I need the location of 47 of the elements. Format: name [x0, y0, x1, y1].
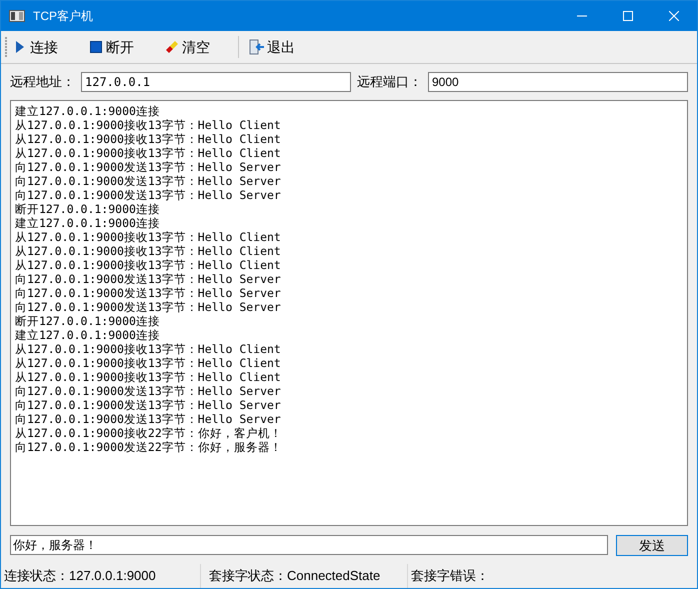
- log-line: 向127.0.0.1:9000发送13字节：Hello Server: [15, 286, 282, 300]
- log-line: 建立127.0.0.1:9000连接: [15, 216, 161, 230]
- log-line: 从127.0.0.1:9000接收13字节：Hello Client: [15, 146, 282, 160]
- log-line: 建立127.0.0.1:9000连接: [15, 104, 161, 118]
- log-line: 断开127.0.0.1:9000连接: [15, 202, 161, 216]
- log-line: 从127.0.0.1:9000接收13字节：Hello Client: [15, 132, 282, 146]
- log-line: 向127.0.0.1:9000发送13字节：Hello Server: [15, 384, 282, 398]
- address-field[interactable]: 127.0.0.1: [81, 72, 351, 92]
- log-line: 建立127.0.0.1:9000连接: [15, 328, 161, 342]
- log-line: 向127.0.0.1:9000发送13字节：Hello Server: [15, 272, 282, 286]
- port-label: 远程端口：: [357, 73, 422, 92]
- log-line: 从127.0.0.1:9000接收13字节：Hello Client: [15, 118, 282, 132]
- log-line: 向127.0.0.1:9000发送22字节：你好，服务器！: [15, 440, 283, 454]
- log-line: 从127.0.0.1:9000接收13字节：Hello Client: [15, 370, 282, 384]
- log-line: 从127.0.0.1:9000接收13字节：Hello Client: [15, 258, 282, 272]
- maximize-icon: [623, 11, 633, 21]
- log-line: 向127.0.0.1:9000发送13字节：Hello Server: [15, 300, 282, 314]
- log-line: 断开127.0.0.1:9000连接: [15, 314, 161, 328]
- toolbar-button[interactable]: 连接: [8, 35, 62, 59]
- grip-icon: [5, 36, 8, 58]
- log-line: 向127.0.0.1:9000发送13字节：Hello Server: [15, 160, 282, 174]
- door-icon: [249, 39, 265, 55]
- log-line: 从127.0.0.1:9000接收13字节：Hello Client: [15, 244, 282, 258]
- eraser-icon: [165, 40, 179, 54]
- toolbar-button[interactable]: 退出: [245, 35, 299, 59]
- close-icon: [669, 11, 679, 21]
- log-line: 从127.0.0.1:9000接收13字节：Hello Client: [15, 356, 282, 370]
- toolbar-button[interactable]: 清空: [160, 35, 214, 59]
- app-icon: [9, 10, 25, 22]
- window-title: TCP客户机: [33, 8, 93, 25]
- log-line: 向127.0.0.1:9000发送13字节：Hello Server: [15, 412, 282, 426]
- log-line: 从127.0.0.1:9000接收22字节：你好，客户机！: [15, 426, 283, 440]
- stop-icon: [90, 41, 102, 53]
- status-text: 连接状态：127.0.0.1:9000: [4, 567, 156, 586]
- status-text: 套接字错误：: [411, 567, 489, 586]
- message-field[interactable]: 你好，服务器！: [10, 535, 608, 555]
- play-icon: [15, 40, 25, 54]
- log-line: 从127.0.0.1:9000接收13字节：Hello Client: [15, 230, 282, 244]
- address-label: 远程地址：: [10, 73, 75, 92]
- log-line: 向127.0.0.1:9000发送13字节：Hello Server: [15, 174, 282, 188]
- toolbar-button[interactable]: 断开: [84, 35, 138, 59]
- send-button[interactable]: 发送: [616, 534, 688, 556]
- log-line: 从127.0.0.1:9000接收13字节：Hello Client: [15, 342, 282, 356]
- log-line: 向127.0.0.1:9000发送13字节：Hello Server: [15, 398, 282, 412]
- port-field[interactable]: 9000: [428, 72, 688, 92]
- log-line: 向127.0.0.1:9000发送13字节：Hello Server: [15, 188, 282, 202]
- status-text: 套接字状态：ConnectedState: [209, 567, 380, 586]
